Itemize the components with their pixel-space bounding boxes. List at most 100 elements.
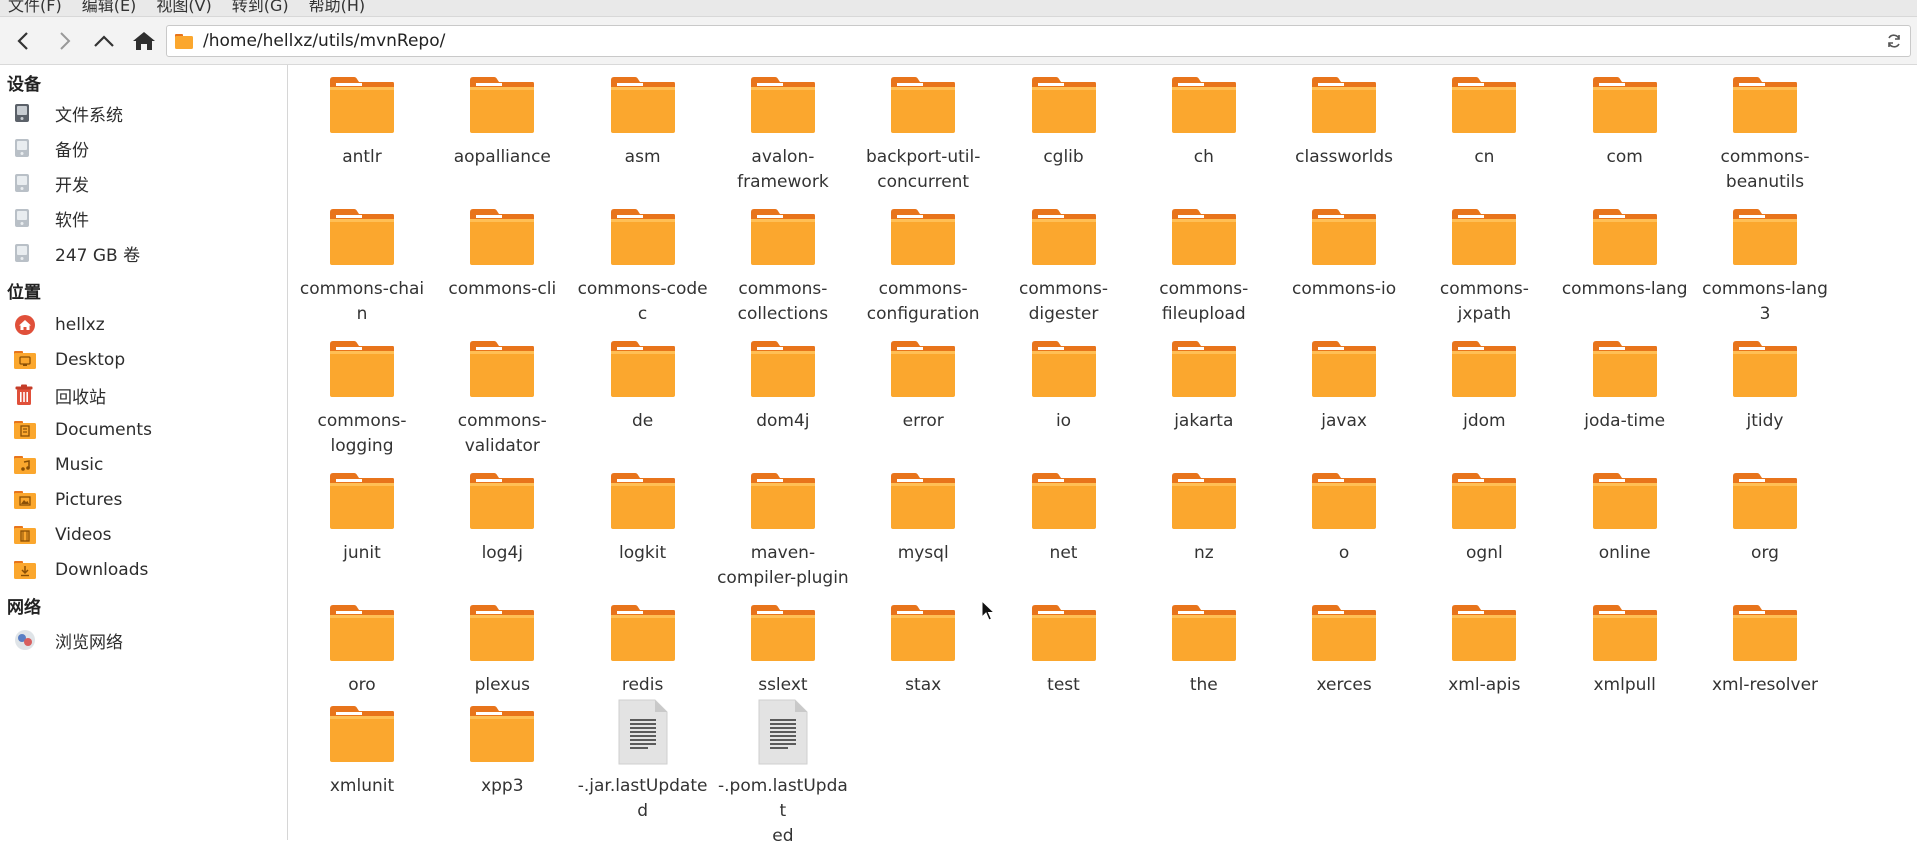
up-button[interactable]: [86, 23, 122, 59]
folder-item[interactable]: commons- digester: [997, 208, 1131, 327]
folder-icon: [856, 208, 990, 268]
sidebar-item[interactable]: Downloads: [14, 555, 284, 585]
folder-item[interactable]: maven- compiler-plugin: [716, 472, 850, 591]
folder-icon: [576, 340, 710, 400]
folder-item[interactable]: commons- configuration: [856, 208, 990, 327]
folder-item[interactable]: cn: [1417, 76, 1551, 170]
folder-item[interactable]: o: [1277, 472, 1411, 566]
sidebar-item-label: 浏览网络: [55, 632, 123, 653]
sidebar-item[interactable]: 浏览网络: [14, 625, 284, 655]
sidebar-item[interactable]: hellxz: [14, 310, 284, 340]
folder-item[interactable]: log4j: [435, 472, 569, 566]
folder-item[interactable]: xmlpull: [1558, 604, 1692, 698]
home-button[interactable]: [126, 23, 162, 59]
sidebar-item[interactable]: Videos: [14, 520, 284, 550]
sidebar-item[interactable]: 回收站: [14, 380, 284, 410]
folder-item[interactable]: mysql: [856, 472, 990, 566]
menu-item[interactable]: 视图(V): [148, 0, 223, 14]
folder-item[interactable]: com: [1558, 76, 1692, 170]
folder-item[interactable]: the: [1137, 604, 1271, 698]
folder-item[interactable]: error: [856, 340, 990, 434]
file-grid: antlr aopalliance asm avalon- framework back…: [289, 65, 1917, 846]
forward-button[interactable]: [46, 23, 82, 59]
folder-item[interactable]: antlr: [295, 76, 429, 170]
sidebar-item[interactable]: 备份: [14, 133, 284, 163]
folder-item[interactable]: xerces: [1277, 604, 1411, 698]
folder-item[interactable]: xml-apis: [1417, 604, 1551, 698]
folder-item[interactable]: dom4j: [716, 340, 850, 434]
sidebar-item[interactable]: 开发: [14, 168, 284, 198]
sidebar-item[interactable]: Desktop: [14, 345, 284, 375]
folder-item[interactable]: commons-lang3: [1698, 208, 1832, 327]
folder-item[interactable]: org: [1698, 472, 1832, 566]
folder-item[interactable]: junit: [295, 472, 429, 566]
sidebar-item-label: hellxz: [55, 315, 105, 335]
folder-item[interactable]: xmlunit: [295, 705, 429, 799]
sidebar-item[interactable]: Documents: [14, 415, 284, 445]
folder-item[interactable]: net: [997, 472, 1131, 566]
folder-item[interactable]: logkit: [576, 472, 710, 566]
folder-item[interactable]: sslext: [716, 604, 850, 698]
folder-item[interactable]: commons- collections: [716, 208, 850, 327]
folder-item[interactable]: commons-io: [1277, 208, 1411, 302]
folder-item[interactable]: online: [1558, 472, 1692, 566]
folder-item[interactable]: commons- jxpath: [1417, 208, 1551, 327]
location-bar[interactable]: /home/hellxz/utils/mvnRepo/: [166, 25, 1911, 57]
folder-item[interactable]: commons- beanutils: [1698, 76, 1832, 195]
folder-item[interactable]: ch: [1137, 76, 1271, 170]
drive-icon: [14, 242, 40, 264]
folder-item[interactable]: javax: [1277, 340, 1411, 434]
desktop-icon: [14, 349, 40, 371]
folder-item[interactable]: plexus: [435, 604, 569, 698]
folder-item[interactable]: commons- logging: [295, 340, 429, 459]
folder-item[interactable]: cglib: [997, 76, 1131, 170]
folder-item[interactable]: aopalliance: [435, 76, 569, 170]
folder-item[interactable]: de: [576, 340, 710, 434]
folder-item[interactable]: commons-cli: [435, 208, 569, 302]
folder-item[interactable]: asm: [576, 76, 710, 170]
folder-item[interactable]: test: [997, 604, 1131, 698]
folder-icon: [1417, 472, 1551, 532]
sidebar-item[interactable]: Pictures: [14, 485, 284, 515]
reload-button[interactable]: [1878, 26, 1910, 56]
folder-item[interactable]: commons- fileupload: [1137, 208, 1271, 327]
sidebar-item[interactable]: 软件: [14, 203, 284, 233]
folder-item[interactable]: avalon- framework: [716, 76, 850, 195]
file-item[interactable]: -.pom.lastUpdat ed: [716, 699, 850, 849]
folder-item[interactable]: redis: [576, 604, 710, 698]
folder-icon: [716, 472, 850, 532]
folder-item[interactable]: oro: [295, 604, 429, 698]
home-icon: [133, 31, 155, 50]
file-item[interactable]: -.jar.lastUpdate d: [576, 699, 710, 824]
folder-item[interactable]: commons- validator: [435, 340, 569, 459]
sidebar-item[interactable]: Music: [14, 450, 284, 480]
menu-item[interactable]: 文件(F): [0, 0, 74, 14]
folder-item[interactable]: joda-time: [1558, 340, 1692, 434]
folder-item[interactable]: backport-util- concurrent: [856, 76, 990, 195]
folder-icon: [1417, 76, 1551, 136]
folder-item[interactable]: xml-resolver: [1698, 604, 1832, 698]
file-name: commons- logging: [317, 411, 407, 456]
folder-item[interactable]: ognl: [1417, 472, 1551, 566]
menu-item[interactable]: 帮助(H): [301, 0, 378, 14]
folder-item[interactable]: xpp3: [435, 705, 569, 799]
folder-item[interactable]: stax: [856, 604, 990, 698]
sidebar-item[interactable]: 文件系统: [14, 98, 284, 128]
folder-item[interactable]: classworlds: [1277, 76, 1411, 170]
menu-item[interactable]: 转到(G): [224, 0, 301, 14]
back-button[interactable]: [6, 23, 42, 59]
folder-item[interactable]: jdom: [1417, 340, 1551, 434]
folder-item[interactable]: jakarta: [1137, 340, 1271, 434]
file-name: commons- configuration: [866, 279, 980, 324]
menu-item[interactable]: 编辑(E): [74, 0, 149, 14]
menubar: 文件(F) 编辑(E) 视图(V) 转到(G) 帮助(H): [0, 0, 1917, 17]
videos-icon: [14, 524, 40, 546]
folder-item[interactable]: nz: [1137, 472, 1271, 566]
folder-item[interactable]: commons-lang: [1558, 208, 1692, 302]
folder-item[interactable]: commons-chain: [295, 208, 429, 327]
sidebar-item[interactable]: 247 GB 卷: [14, 238, 284, 268]
folder-item[interactable]: commons-codec: [576, 208, 710, 327]
folder-item[interactable]: io: [997, 340, 1131, 434]
folder-item[interactable]: jtidy: [1698, 340, 1832, 434]
folder-icon: [997, 76, 1131, 136]
